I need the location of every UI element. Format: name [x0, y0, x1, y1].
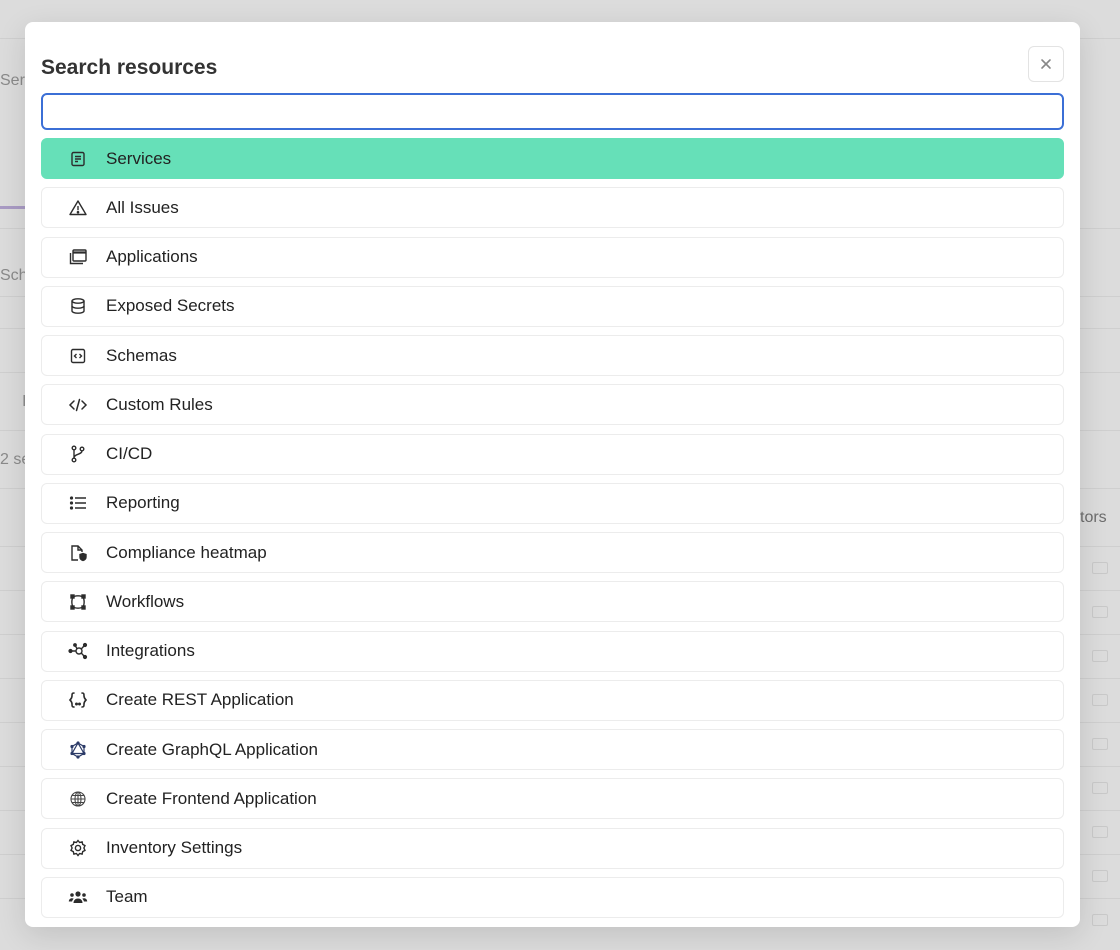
item-label: Services [106, 148, 172, 168]
network-hub-icon [66, 639, 90, 663]
item-label: CI/CD [106, 444, 153, 463]
resource-list: Services All Issues Applications Exposed… [41, 138, 1064, 926]
item-label: Create Frontend Application [106, 788, 317, 808]
item-label: Team [106, 887, 148, 907]
item-label: Workflows [106, 591, 185, 611]
search-resources-dialog: Search resources Services All Issues App… [25, 22, 1080, 927]
globe-icon [66, 787, 90, 811]
document-icon [66, 147, 90, 171]
dialog-title: Search resources [41, 56, 218, 79]
workflow-icon [66, 590, 90, 614]
list-icon [66, 491, 90, 515]
result-item-compliance-heatmap[interactable]: Compliance heatmap [41, 532, 1064, 573]
result-item-ci-cd[interactable]: CI/CD [41, 433, 1064, 475]
graphql-icon [66, 738, 90, 762]
item-label: Reporting [106, 493, 180, 513]
result-item-exposed-secrets[interactable]: Exposed Secrets [41, 285, 1064, 327]
result-item-create-rest-application[interactable]: Create REST Application [41, 679, 1064, 721]
item-label: Create GraphQL Application [106, 739, 318, 759]
curly-braces-icon [66, 688, 90, 712]
search-input[interactable] [41, 93, 1064, 130]
stacked-windows-icon [66, 245, 90, 269]
result-item-custom-rules[interactable]: Custom Rules [41, 384, 1064, 426]
item-label: Create REST Application [106, 690, 294, 710]
result-item-integrations[interactable]: Integrations [41, 630, 1064, 672]
item-label: Applications [106, 247, 198, 266]
result-item-create-graphql-application[interactable]: Create GraphQL Application [41, 729, 1064, 770]
bg-fragment: Sch [0, 267, 28, 284]
team-icon [66, 885, 90, 909]
result-item-inventory-settings[interactable]: Inventory Settings [41, 827, 1064, 869]
warning-triangle-icon [66, 196, 90, 220]
item-label: Compliance heatmap [106, 542, 267, 562]
file-shield-icon [66, 541, 90, 565]
item-label: Custom Rules [106, 394, 213, 414]
code-box-icon [66, 344, 90, 368]
item-label: Integrations [106, 641, 195, 660]
result-item-workflows[interactable]: Workflows [41, 581, 1064, 623]
result-item-all-issues[interactable]: All Issues [41, 187, 1064, 229]
close-icon [1041, 59, 1051, 69]
close-button[interactable] [1028, 46, 1064, 82]
item-label: Inventory Settings [106, 838, 243, 857]
result-item-applications[interactable]: Applications [41, 236, 1064, 278]
item-label: All Issues [106, 197, 179, 217]
result-item-team[interactable]: Team [41, 876, 1064, 918]
gear-icon [66, 836, 90, 860]
result-item-create-frontend-application[interactable]: Create Frontend Application [41, 778, 1064, 820]
result-item-reporting[interactable]: Reporting [41, 482, 1064, 524]
code-brackets-icon [66, 393, 90, 417]
git-branch-icon [66, 442, 90, 466]
bg-fragment: tors [1080, 509, 1107, 526]
item-label: Schemas [106, 345, 177, 365]
result-item-schemas[interactable]: Schemas [41, 335, 1064, 376]
result-item-services[interactable]: Services [41, 138, 1064, 179]
item-label: Exposed Secrets [106, 296, 235, 316]
database-icon [66, 294, 90, 318]
